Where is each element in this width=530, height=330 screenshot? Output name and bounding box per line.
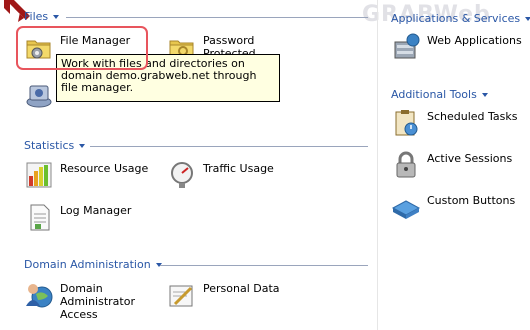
personal-data-label: Personal Data <box>203 282 280 295</box>
chevron-down-icon <box>53 15 60 19</box>
chevron-down-icon <box>525 17 530 21</box>
user-globe-icon <box>24 280 54 310</box>
column-divider <box>377 0 378 330</box>
personal-data-button[interactable]: Personal Data <box>167 280 280 310</box>
resource-usage-button[interactable]: Resource Usage <box>24 160 148 190</box>
blue-button-icon <box>391 192 421 222</box>
section-divider <box>160 265 368 266</box>
section-title-additional-tools[interactable]: Additional Tools <box>391 88 488 101</box>
section-title-files[interactable]: Files <box>24 10 60 23</box>
clipboard-clock-icon <box>391 108 421 138</box>
card-edit-icon <box>167 280 197 310</box>
chevron-down-icon <box>481 93 488 97</box>
scheduled-tasks-button[interactable]: Scheduled Tasks <box>391 108 518 138</box>
log-manager-button[interactable]: Log Manager <box>24 202 131 232</box>
custom-buttons-button[interactable]: Custom Buttons <box>391 192 515 222</box>
traffic-usage-label: Traffic Usage <box>203 162 274 175</box>
web-applications-label: Web Applications <box>427 34 522 47</box>
domain-administrator-access-button[interactable]: Domain Administrator Access <box>24 280 140 321</box>
padlock-icon <box>391 150 421 180</box>
document-icon <box>24 202 54 232</box>
section-divider <box>66 17 368 18</box>
resource-usage-label: Resource Usage <box>60 162 149 175</box>
bar-chart-icon <box>24 160 54 190</box>
traffic-usage-button[interactable]: Traffic Usage <box>167 160 274 190</box>
backup-button[interactable] <box>24 80 60 110</box>
section-title-domain-administration[interactable]: Domain Administration <box>24 258 162 271</box>
log-manager-label: Log Manager <box>60 204 132 217</box>
disk-icon <box>24 80 54 110</box>
custom-buttons-label: Custom Buttons <box>427 194 516 207</box>
scheduled-tasks-label: Scheduled Tasks <box>427 110 518 123</box>
domain-administrator-access-label: Domain Administrator Access <box>60 282 135 321</box>
section-title-applications-services[interactable]: Applications & Services <box>391 12 530 25</box>
gauge-icon <box>167 160 197 190</box>
active-sessions-label: Active Sessions <box>427 152 513 165</box>
file-manager-highlight <box>16 26 148 70</box>
section-divider <box>90 146 368 147</box>
section-title-statistics[interactable]: Statistics <box>24 139 86 152</box>
chevron-down-icon <box>79 144 86 148</box>
server-globe-icon <box>391 32 421 62</box>
active-sessions-button[interactable]: Active Sessions <box>391 150 512 180</box>
web-applications-button[interactable]: Web Applications <box>391 32 522 62</box>
